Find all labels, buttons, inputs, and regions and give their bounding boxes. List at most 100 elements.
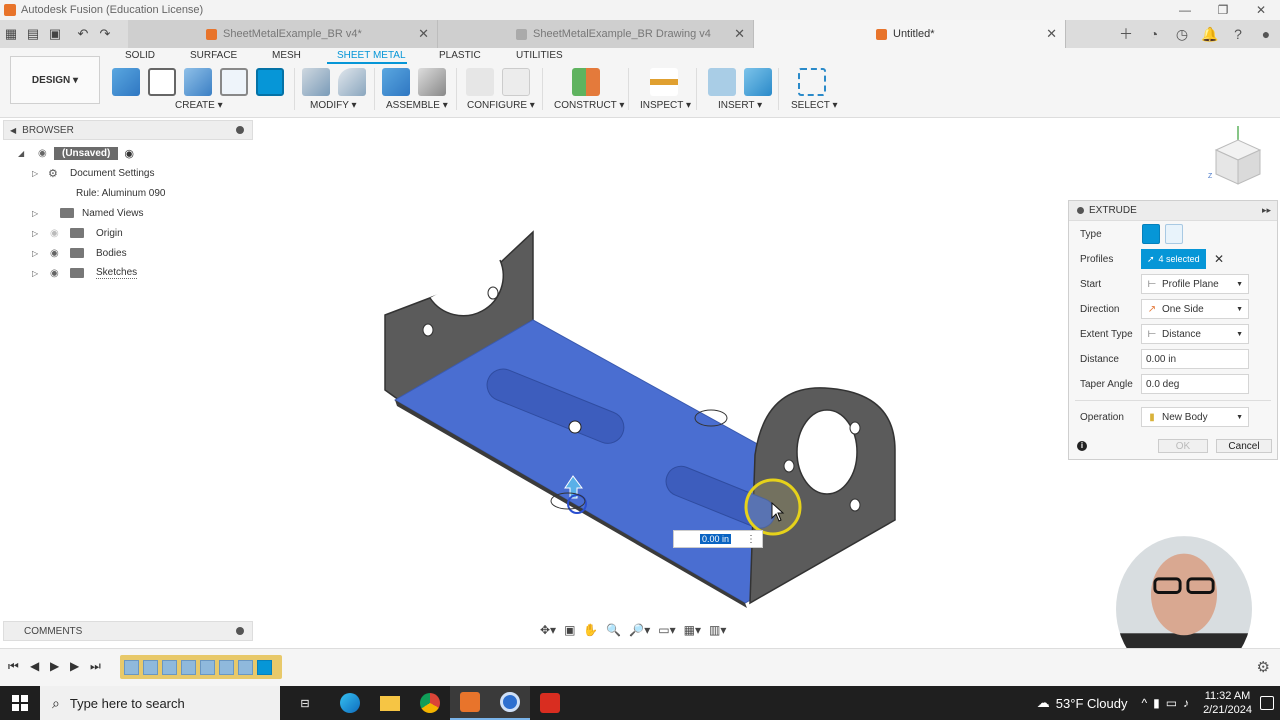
- acrobat-icon[interactable]: [530, 686, 570, 720]
- timeline-feature[interactable]: [124, 659, 139, 675]
- visibility-eye-icon[interactable]: ◉: [50, 248, 66, 259]
- display-settings-icon[interactable]: ▭▾: [658, 623, 675, 637]
- taper-angle-field[interactable]: 0.0 deg: [1141, 374, 1249, 394]
- redo-icon[interactable]: ↷: [94, 20, 116, 48]
- zoom-icon[interactable]: 🔍: [606, 623, 621, 637]
- pin-icon[interactable]: [236, 126, 244, 134]
- activate-radio-icon[interactable]: ◉: [124, 147, 134, 160]
- group-select[interactable]: SELECT ▾: [791, 100, 838, 111]
- configure-icon[interactable]: [466, 68, 494, 96]
- visibility-eye-icon[interactable]: ◉: [50, 228, 66, 239]
- close-window-button[interactable]: ✕: [1242, 0, 1280, 20]
- expand-dialog-icon[interactable]: ▸▸: [1262, 205, 1271, 216]
- avatar[interactable]: ●: [1252, 26, 1280, 42]
- minimize-button[interactable]: —: [1166, 0, 1204, 20]
- browser-item-named-views[interactable]: ▷ Named Views: [32, 204, 144, 222]
- tab-mesh[interactable]: MESH: [272, 50, 301, 61]
- step-forward-icon[interactable]: ▶: [70, 659, 79, 673]
- tab-surface[interactable]: SURFACE: [190, 50, 237, 61]
- browser-header[interactable]: ◀ BROWSER: [3, 120, 253, 140]
- visibility-eye-icon[interactable]: ◉: [50, 268, 66, 279]
- timeline-feature[interactable]: [143, 659, 158, 675]
- type-thin-icon[interactable]: [1165, 224, 1183, 244]
- distance-input-floating[interactable]: 0.00 in ⋮: [673, 530, 763, 548]
- taskbar-clock[interactable]: 11:32 AM 2/21/2024: [1203, 689, 1252, 717]
- measure-icon[interactable]: [650, 68, 678, 96]
- close-tab-icon[interactable]: ✕: [418, 26, 429, 42]
- tab-utilities[interactable]: UTILITIES: [516, 50, 563, 61]
- timeline-feature[interactable]: [181, 659, 196, 675]
- timeline-feature[interactable]: [238, 659, 253, 675]
- windows-start-button[interactable]: [0, 695, 40, 711]
- operation-dropdown[interactable]: ▮ New Body ▼: [1141, 407, 1249, 427]
- play-icon[interactable]: ▶: [50, 659, 59, 673]
- clear-selection-icon[interactable]: ✕: [1214, 252, 1224, 266]
- group-assemble[interactable]: ASSEMBLE ▾: [386, 100, 448, 111]
- close-tab-icon[interactable]: ✕: [734, 26, 745, 42]
- timeline-feature-current[interactable]: [257, 659, 272, 675]
- group-modify[interactable]: MODIFY ▾: [310, 100, 357, 111]
- new-tab-icon[interactable]: ＋: [1112, 24, 1140, 44]
- notifications-icon[interactable]: 🔔: [1196, 26, 1224, 43]
- edge-icon[interactable]: [330, 686, 370, 720]
- expand-arrow-icon[interactable]: ▷: [32, 249, 44, 258]
- select-icon[interactable]: [798, 68, 826, 96]
- create-sketch-icon[interactable]: [148, 68, 176, 96]
- more-options-icon[interactable]: ⋮: [746, 534, 756, 545]
- profiles-selection-chip[interactable]: ➚ 4 selected: [1141, 249, 1206, 269]
- browser-item-sketches[interactable]: ▷ ◉ Sketches: [32, 264, 138, 282]
- zoom-window-icon[interactable]: 🔎▾: [629, 623, 650, 637]
- go-to-start-icon[interactable]: ⏮: [8, 659, 19, 674]
- browser-item-rule[interactable]: Rule: Aluminum 090: [76, 184, 166, 202]
- app-grid-icon[interactable]: ▦: [0, 20, 22, 48]
- browser-item-origin[interactable]: ▷ ◉ Origin: [32, 224, 123, 242]
- extensions-icon[interactable]: ◔: [1140, 26, 1168, 42]
- insert-canvas-icon[interactable]: [744, 68, 772, 96]
- dialog-pin-icon[interactable]: [1077, 207, 1084, 214]
- construct-plane-icon[interactable]: [572, 68, 600, 96]
- close-tab-icon[interactable]: ✕: [1046, 26, 1057, 42]
- orbit-icon[interactable]: ✥▾: [540, 623, 556, 637]
- cancel-button[interactable]: Cancel: [1216, 439, 1272, 453]
- extent-type-dropdown[interactable]: ⊢ Distance ▼: [1141, 324, 1249, 344]
- restore-button[interactable]: ❐: [1204, 0, 1242, 20]
- info-icon[interactable]: i: [1077, 441, 1087, 451]
- viewports-icon[interactable]: ▥▾: [709, 623, 726, 637]
- browser-item-bodies[interactable]: ▷ ◉ Bodies: [32, 244, 127, 262]
- undo-icon[interactable]: ↶: [72, 20, 94, 48]
- fillet-icon[interactable]: [338, 68, 366, 96]
- joint-icon[interactable]: [418, 68, 446, 96]
- expand-arrow-icon[interactable]: ▷: [32, 229, 44, 238]
- collapse-arrow-icon[interactable]: ◀: [10, 126, 16, 135]
- tray-icons[interactable]: ^▮▭♪: [1141, 696, 1195, 710]
- group-insert[interactable]: INSERT ▾: [718, 100, 762, 111]
- file-menu-icon[interactable]: ▤: [22, 20, 44, 48]
- go-to-end-icon[interactable]: ⏭: [90, 659, 101, 674]
- workspace-switcher[interactable]: DESIGN ▾: [10, 56, 100, 104]
- browser-item-document-settings[interactable]: ▷ ⚙ Document Settings: [32, 164, 155, 182]
- job-status-icon[interactable]: ◷: [1168, 26, 1196, 43]
- contour-flange-icon[interactable]: [220, 68, 248, 96]
- tab-sheetmetal-drawing[interactable]: SheetMetalExample_BR Drawing v4 ✕: [438, 20, 754, 48]
- extrude-dialog-header[interactable]: EXTRUDE ▸▸: [1069, 201, 1277, 221]
- timeline-feature[interactable]: [219, 659, 234, 675]
- new-component-icon[interactable]: [112, 68, 140, 96]
- chrome-icon[interactable]: [410, 686, 450, 720]
- look-at-icon[interactable]: ▣: [564, 623, 575, 637]
- expand-arrow-icon[interactable]: ▷: [32, 269, 44, 278]
- group-create[interactable]: CREATE ▾: [175, 100, 223, 111]
- extrude-icon[interactable]: [256, 68, 284, 96]
- start-dropdown[interactable]: ⊢ Profile Plane ▼: [1141, 274, 1249, 294]
- table-icon[interactable]: [502, 68, 530, 96]
- add-comment-icon[interactable]: [236, 627, 244, 635]
- tab-plastic[interactable]: PLASTIC: [439, 50, 481, 61]
- unfold-icon[interactable]: [302, 68, 330, 96]
- pivot-point[interactable]: [568, 420, 582, 434]
- expand-arrow-icon[interactable]: ▷: [32, 209, 44, 218]
- timeline-feature[interactable]: [162, 659, 177, 675]
- view-cube[interactable]: Z: [1204, 122, 1274, 192]
- visibility-eye-icon[interactable]: ◉: [38, 148, 54, 159]
- weather-widget[interactable]: ☁ 53°F Cloudy: [1037, 695, 1128, 711]
- timeline-feature[interactable]: [200, 659, 215, 675]
- comments-panel-header[interactable]: COMMENTS: [3, 621, 253, 641]
